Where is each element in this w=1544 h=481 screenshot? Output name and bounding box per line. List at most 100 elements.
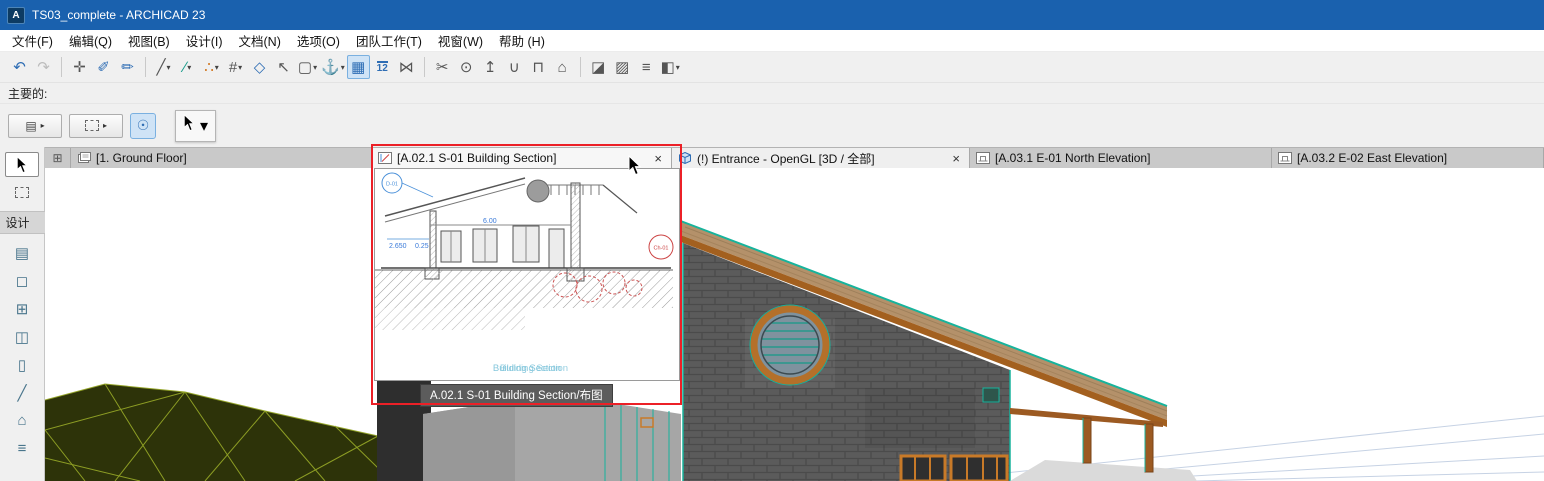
fills-button[interactable]: ◧▾ — [659, 55, 682, 79]
menu-item-window[interactable]: 视窗(W) — [430, 29, 491, 52]
section-view-icon — [378, 152, 392, 164]
dropdown-arrow-icon[interactable]: ▾ — [187, 63, 191, 72]
floor-plan-icon — [77, 152, 91, 164]
grid-snap-button[interactable]: #▾ — [224, 55, 247, 79]
split-button[interactable]: ✂ — [431, 55, 454, 79]
quick-options-bar: ▤ ▸ ▸ ☉ ▾ — [0, 104, 1544, 147]
close-tab-icon[interactable]: × — [651, 152, 665, 165]
tab-label: (!) Entrance - OpenGL [3D / 全部] — [697, 150, 875, 167]
menu-item-options[interactable]: 选项(O) — [289, 29, 348, 52]
dropdown-arrow-icon[interactable]: ▾ — [167, 63, 171, 72]
fit-in-window-icon: ⌂ — [558, 60, 567, 75]
slab-tool[interactable]: ⊞ — [5, 296, 39, 321]
fit-in-window-button[interactable]: ⌂ — [551, 55, 574, 79]
quick-select-toggle[interactable]: ☉ — [130, 113, 156, 139]
virtual-trace-button[interactable]: ◪ — [587, 55, 610, 79]
line-tool-icon: ╱ — [156, 60, 165, 75]
fillet-button[interactable]: ∪ — [503, 55, 526, 79]
inject-parameters-button[interactable]: ✏ — [116, 55, 139, 79]
quick-options-label-row: 主要的: — [0, 83, 1544, 104]
dropdown-arrow-icon[interactable]: ▾ — [313, 63, 317, 72]
arrow-cursor-icon[interactable] — [183, 114, 195, 137]
wall-mounted-box — [983, 388, 999, 402]
zoom-button[interactable]: ⊙ — [455, 55, 478, 79]
curved-wall — [423, 400, 681, 481]
menu-item-edit[interactable]: 编辑(Q) — [61, 29, 120, 52]
gravity-button[interactable]: ⚓▾ — [320, 55, 346, 79]
tab-preview-popup[interactable]: 2.650 0.25 6.00 D-01 Ch-01 Building Sect… — [374, 168, 680, 381]
elevation-view-icon — [1278, 152, 1292, 164]
layers-button[interactable]: ≡ — [635, 55, 658, 79]
dimension-text: 2.650 — [389, 243, 407, 250]
eraser-button[interactable]: ▨ — [611, 55, 634, 79]
undo-button[interactable]: ↶ — [8, 55, 31, 79]
offset-button[interactable]: ⊓ — [527, 55, 550, 79]
flyout-arrow-icon[interactable]: ▸ — [41, 121, 45, 130]
menu-item-document[interactable]: 文档(N) — [231, 29, 289, 52]
favorites-flyout-button[interactable]: ▤ ▸ — [8, 114, 62, 138]
pick-up-parameters-button[interactable]: ✐ — [92, 55, 115, 79]
toolbox-section-design[interactable]: 设计 — [0, 211, 45, 234]
grid-snap-icon: # — [229, 60, 237, 75]
tab-tooltip: A.02.1 S-01 Building Section/布图 — [420, 384, 613, 407]
marquee-mode-icon: ⋈ — [399, 60, 414, 75]
roof-tool[interactable]: ⌂ — [5, 408, 39, 433]
snap-cursor-button[interactable]: ✛ — [68, 55, 91, 79]
snap-points-button[interactable]: ∴▾ — [200, 55, 223, 79]
selection-flyout-button[interactable]: ▸ — [69, 114, 123, 138]
column-tool[interactable]: ▯ — [5, 352, 39, 377]
tab-north-elevation[interactable]: [A.03.1 E-01 North Elevation] — [970, 148, 1272, 168]
column-tool-icon: ▯ — [18, 356, 26, 374]
marquee-tool[interactable] — [5, 180, 39, 205]
zoom-icon: ⊙ — [460, 60, 473, 75]
close-tab-icon[interactable]: × — [949, 152, 963, 165]
tab-ground-floor[interactable]: [1. Ground Floor] — [71, 148, 372, 168]
fills-icon: ◧ — [661, 60, 675, 75]
dropdown-arrow-icon[interactable]: ▾ — [238, 63, 242, 72]
menu-item-teamwork[interactable]: 团队工作(T) — [348, 29, 430, 52]
redo-button[interactable]: ↷ — [32, 55, 55, 79]
tab-overview-button[interactable]: ⊞ — [45, 148, 71, 168]
beam-tool[interactable]: ╱ — [5, 380, 39, 405]
wall-tool[interactable]: ▤ — [5, 240, 39, 265]
stair-tool[interactable]: ≡ — [5, 436, 39, 461]
standard-toolbar: ↶ ↷ ✛ ✐ ✏ ╱▾ ∕▾ ∴▾ #▾ ◇ ↖ ▢▾ ⚓▾ ▦ 12 ⋈ ✂… — [0, 52, 1544, 83]
roof-tool-icon: ⌂ — [17, 412, 26, 429]
dropdown-arrow-icon[interactable]: ▾ — [676, 63, 680, 72]
frame-mode-button[interactable]: ▢▾ — [296, 55, 319, 79]
window-tool[interactable]: ◫ — [5, 324, 39, 349]
arrow-tool[interactable] — [5, 152, 39, 177]
dropdown-arrow-icon[interactable]: ▾ — [341, 63, 345, 72]
dropdown-arrow-icon[interactable]: ▾ — [200, 116, 208, 136]
toolbar-separator — [580, 57, 581, 77]
flyout-arrow-icon[interactable]: ▸ — [103, 121, 107, 130]
viewport-3d[interactable] — [45, 168, 1544, 481]
frame-mode-icon: ▢ — [298, 60, 312, 75]
menu-item-help[interactable]: 帮助 (H) — [491, 29, 553, 52]
menu-item-design[interactable]: 设计(I) — [178, 29, 231, 52]
dropdown-arrow-icon[interactable]: ▾ — [215, 63, 219, 72]
menu-item-file[interactable]: 文件(F) — [4, 29, 61, 52]
editing-plane-button[interactable]: ◇ — [248, 55, 271, 79]
tab-building-section[interactable]: [A.02.1 S-01 Building Section] × — [372, 148, 672, 168]
tab-entrance-3d[interactable]: (!) Entrance - OpenGL [3D / 全部] × — [672, 148, 970, 168]
snap-guides-toggle-button[interactable]: ▦ — [347, 55, 370, 79]
menu-item-view[interactable]: 视图(B) — [120, 29, 178, 52]
door-tool[interactable]: ◻ — [5, 268, 39, 293]
line-tool-button[interactable]: ╱▾ — [152, 55, 175, 79]
stretch-button[interactable]: ↥ — [479, 55, 502, 79]
window-titlebar[interactable]: A TS03_complete - ARCHICAD 23 — [0, 0, 1544, 30]
fillet-icon: ∪ — [509, 60, 520, 75]
auto-dimension-button[interactable]: 12 — [371, 55, 394, 79]
menu-bar: 文件(F) 编辑(Q) 视图(B) 设计(I) 文档(N) 选项(O) 团队工作… — [0, 30, 1544, 52]
3d-view-icon — [678, 152, 692, 164]
snap-points-icon: ∴ — [204, 60, 214, 75]
toolbar-separator — [424, 57, 425, 77]
tab-east-elevation[interactable]: [A.03.2 E-02 East Elevation] — [1272, 148, 1544, 168]
arrow-mode-button[interactable]: ↖ — [272, 55, 295, 79]
toolbox-sidebar: 设计 ▤ ◻ ⊞ ◫ ▯ ╱ ⌂ ≡ — [0, 147, 45, 481]
gravity-icon: ⚓ — [321, 60, 340, 75]
dimension-text: 6.00 — [483, 218, 497, 225]
guide-lines-button[interactable]: ∕▾ — [176, 55, 199, 79]
marquee-mode-button[interactable]: ⋈ — [395, 55, 418, 79]
